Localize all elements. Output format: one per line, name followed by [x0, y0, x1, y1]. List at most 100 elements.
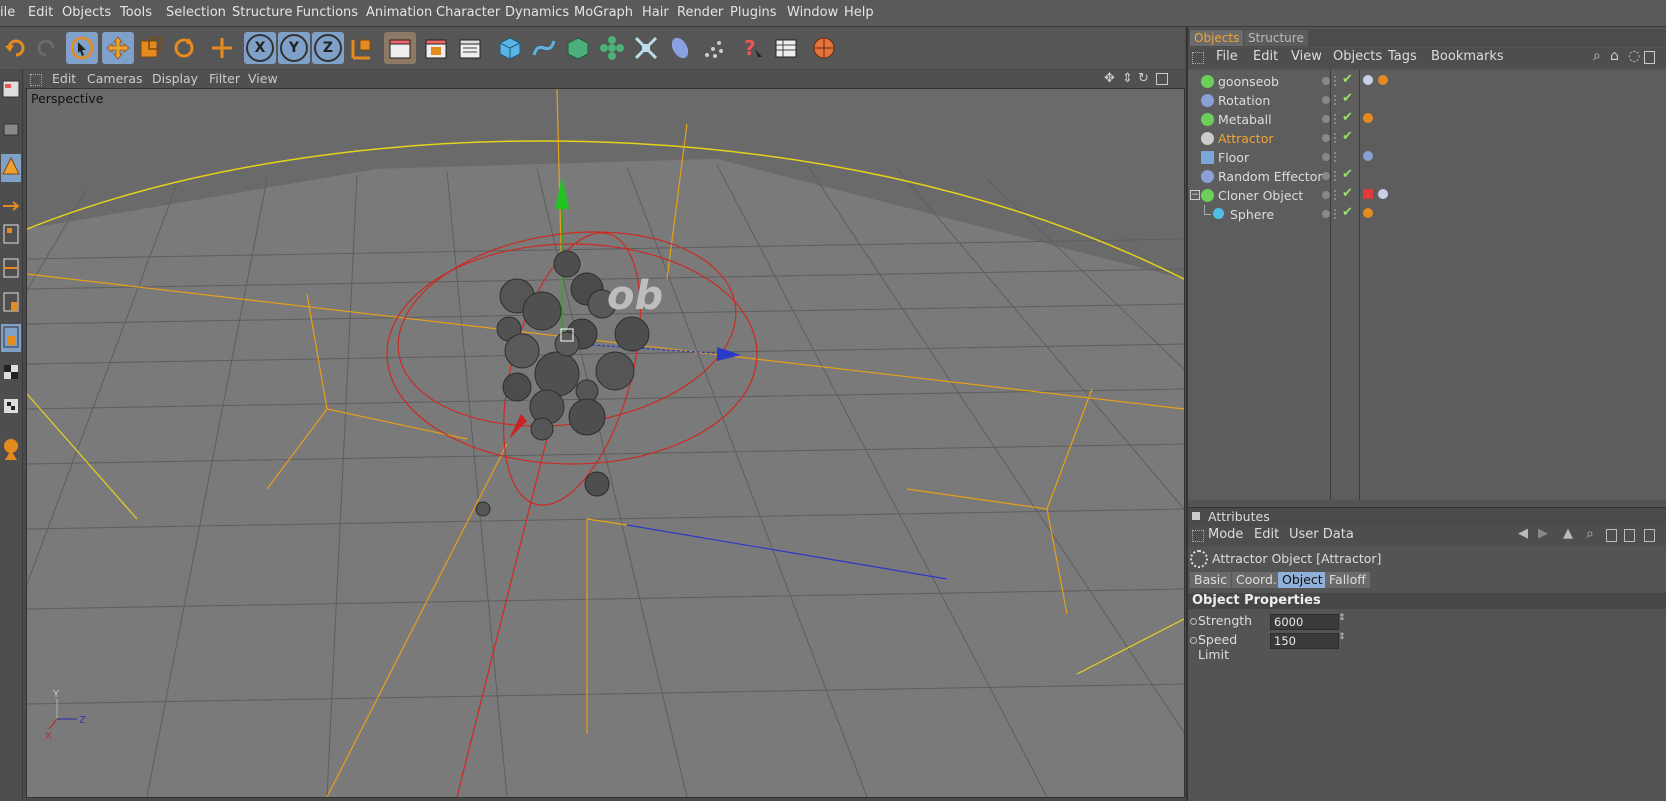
om-menu-file[interactable]: File: [1216, 49, 1238, 64]
viewport-zoom-icon[interactable]: ⇕: [1122, 71, 1133, 86]
visibility-dot[interactable]: [1322, 77, 1330, 85]
object-mode-button[interactable]: [1, 194, 21, 222]
menu-window[interactable]: Window: [787, 5, 838, 20]
layout-button[interactable]: [1, 78, 21, 106]
attr-search-icon[interactable]: ⌕: [1586, 526, 1594, 542]
viewport-pan-icon[interactable]: ✥: [1104, 71, 1115, 86]
menu-hair[interactable]: Hair: [642, 5, 669, 20]
stepper-arrows-icon[interactable]: ⇕: [1338, 632, 1346, 642]
list-item[interactable]: Random Effector ✔: [1188, 167, 1666, 186]
render-view-button[interactable]: [384, 32, 416, 64]
menu-render[interactable]: Render: [677, 5, 723, 20]
viewport-menu-edit[interactable]: Edit: [52, 71, 76, 86]
viewport-menu-filter[interactable]: Filter: [209, 71, 240, 86]
render-dot[interactable]: [1334, 95, 1340, 105]
render-dot[interactable]: [1334, 114, 1340, 124]
enabled-check-icon[interactable]: ✔: [1342, 186, 1353, 201]
tag-icon[interactable]: [1363, 208, 1373, 218]
tag-icon[interactable]: [1363, 151, 1373, 161]
model-mode-button[interactable]: [1, 154, 21, 182]
stepper-arrows-icon[interactable]: ⇕: [1338, 613, 1346, 623]
om-search-icon[interactable]: ⌕: [1593, 48, 1601, 64]
om-eye-icon[interactable]: ◌: [1628, 48, 1640, 64]
om-home-icon[interactable]: ⌂: [1610, 48, 1619, 64]
tag-icon[interactable]: [1363, 189, 1373, 199]
enabled-check-icon[interactable]: ✔: [1342, 167, 1353, 182]
enabled-check-icon[interactable]: ✔: [1342, 91, 1353, 106]
deformer-button[interactable]: [630, 32, 662, 64]
environment-button[interactable]: [664, 32, 696, 64]
om-layout-icon[interactable]: [1644, 51, 1655, 64]
menu-structure[interactable]: Structure: [232, 5, 292, 20]
menu-plugins[interactable]: Plugins: [730, 5, 777, 20]
undo-button[interactable]: [0, 32, 32, 64]
coordinate-system-button[interactable]: [346, 32, 378, 64]
menu-selection[interactable]: Selection: [166, 5, 226, 20]
y-axis-button[interactable]: Y: [278, 32, 310, 64]
column-divider[interactable]: [1330, 70, 1331, 500]
menu-help[interactable]: Help: [844, 5, 874, 20]
spline-button[interactable]: [528, 32, 560, 64]
polygons-mode-button[interactable]: [1, 290, 21, 318]
axis-mode-button[interactable]: [1, 324, 21, 352]
om-menu-bookmarks[interactable]: Bookmarks: [1431, 49, 1504, 64]
visibility-dot[interactable]: [1322, 96, 1330, 104]
visibility-dot[interactable]: [1322, 153, 1330, 161]
enabled-check-icon[interactable]: ✔: [1342, 129, 1353, 144]
up-arrow-icon[interactable]: ▲: [1563, 526, 1573, 541]
tab-basic[interactable]: Basic: [1190, 572, 1232, 588]
om-menu-tags[interactable]: Tags: [1388, 49, 1417, 64]
menu-objects[interactable]: Objects: [62, 5, 111, 20]
tab-structure[interactable]: Structure: [1244, 30, 1308, 46]
viewport-menu-display[interactable]: Display: [152, 71, 198, 86]
render-dot[interactable]: [1334, 133, 1340, 143]
speed-limit-field[interactable]: 150: [1270, 633, 1339, 649]
help-button[interactable]: ?: [736, 32, 768, 64]
menu-dynamics[interactable]: Dynamics: [505, 5, 569, 20]
render-region-button[interactable]: [420, 32, 452, 64]
list-item[interactable]: Metaball ✔: [1188, 110, 1666, 129]
render-dot[interactable]: [1334, 152, 1340, 162]
rotate-tool-button[interactable]: [168, 32, 200, 64]
visibility-dot[interactable]: [1322, 191, 1330, 199]
web-button[interactable]: [808, 32, 840, 64]
particles-button[interactable]: [698, 32, 730, 64]
table-button[interactable]: [770, 32, 802, 64]
list-item[interactable]: Floor: [1188, 148, 1666, 167]
transform-button[interactable]: [206, 32, 238, 64]
list-item[interactable]: − Cloner Object ✔: [1188, 186, 1666, 205]
attr-expand-icon[interactable]: [1644, 529, 1655, 542]
tab-objects[interactable]: Objects: [1190, 30, 1244, 46]
menu-functions[interactable]: Functions: [296, 5, 358, 20]
tag-icon[interactable]: [1378, 189, 1388, 199]
x-axis-button[interactable]: X: [244, 32, 276, 64]
list-item[interactable]: Attractor ✔: [1188, 129, 1666, 148]
z-axis-button[interactable]: Z: [312, 32, 344, 64]
tweak-mode-button[interactable]: [1, 396, 21, 424]
render-settings-button[interactable]: [454, 32, 486, 64]
keyframe-dot-icon[interactable]: [1190, 637, 1197, 644]
list-item[interactable]: Rotation ✔: [1188, 91, 1666, 110]
list-item[interactable]: Sphere ✔: [1188, 205, 1666, 224]
edges-mode-button[interactable]: [1, 256, 21, 284]
attr-menu-mode[interactable]: Mode: [1208, 527, 1243, 542]
tag-icon[interactable]: [1363, 113, 1373, 123]
menu-mograph[interactable]: MoGraph: [574, 5, 633, 20]
viewport-maximize-icon[interactable]: [1156, 73, 1168, 85]
list-item[interactable]: goonseob ✔: [1188, 72, 1666, 91]
menu-tools[interactable]: Tools: [120, 5, 152, 20]
om-menu-edit[interactable]: Edit: [1253, 49, 1278, 64]
tab-coord[interactable]: Coord.: [1232, 572, 1281, 588]
cube-object-button[interactable]: [494, 32, 526, 64]
texture-mode-button[interactable]: [1, 362, 21, 390]
redo-button[interactable]: [30, 32, 62, 64]
keyframe-dot-icon[interactable]: [1190, 618, 1197, 625]
attr-menu-edit[interactable]: Edit: [1254, 527, 1279, 542]
scale-tool-button[interactable]: [134, 32, 166, 64]
visibility-dot[interactable]: [1322, 115, 1330, 123]
tab-object[interactable]: Object: [1278, 572, 1327, 588]
om-menu-objects[interactable]: Objects: [1333, 49, 1382, 64]
tab-falloff[interactable]: Falloff: [1325, 572, 1370, 588]
om-menu-view[interactable]: View: [1291, 49, 1322, 64]
paint-mode-button[interactable]: [1, 436, 21, 464]
